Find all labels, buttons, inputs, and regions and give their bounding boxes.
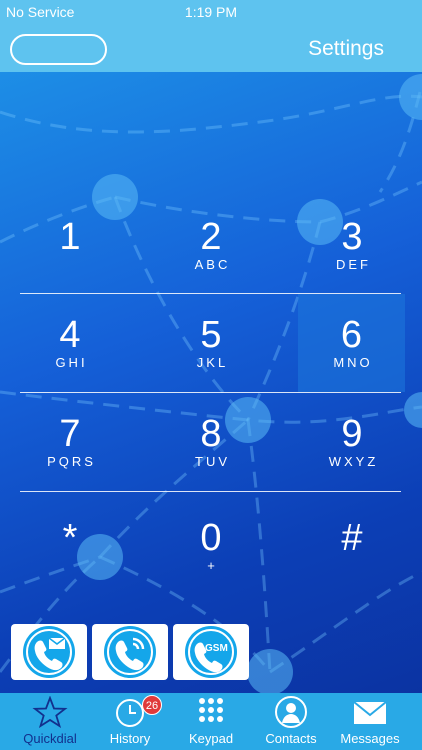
key-3[interactable]: 3 DEF: [282, 204, 422, 300]
nav-bar: Settings: [0, 24, 422, 72]
voip-call-button[interactable]: [92, 624, 168, 680]
key-1[interactable]: 1: [0, 204, 140, 300]
key-6[interactable]: 6 MNO: [298, 294, 405, 392]
key-digit: *: [62, 517, 78, 559]
key-letters: JKL: [196, 355, 229, 370]
star-icon: [32, 696, 68, 728]
key-letters: GHI: [55, 355, 88, 370]
key-letters: ABC: [194, 257, 231, 272]
key-8[interactable]: 8 TUV: [141, 401, 281, 497]
key-7[interactable]: 7 PQRS: [0, 401, 140, 497]
key-letters: DEF: [336, 257, 371, 272]
tab-history[interactable]: 26 History: [88, 693, 172, 750]
key-digit: 4: [59, 314, 81, 356]
key-digit: 5: [200, 314, 222, 356]
message-call-button[interactable]: [11, 624, 87, 680]
status-bar: No Service 1:19 PM: [0, 0, 422, 24]
key-digit: 6: [340, 314, 363, 356]
tab-bar: Quickdial 26 History Keypad Contacts Mes…: [0, 693, 422, 750]
key-letters: WXYZ: [328, 454, 379, 469]
gsm-label: GSM: [205, 643, 228, 654]
key-letters: TUV: [195, 454, 230, 469]
tab-label: Keypad: [188, 731, 234, 746]
key-digit: 0: [200, 517, 222, 559]
tab-label: Quickdial: [23, 731, 77, 746]
history-count-badge: 26: [142, 695, 162, 715]
key-9[interactable]: 9 WXYZ: [282, 401, 422, 497]
key-star[interactable]: *: [0, 505, 140, 601]
person-icon: [275, 696, 307, 728]
envelope-icon: [353, 701, 387, 724]
phone-ringing-icon: [104, 626, 156, 678]
key-letters: PQRS: [47, 454, 96, 469]
tab-label: Messages: [340, 731, 400, 746]
gsm-call-button[interactable]: GSM: [173, 624, 249, 680]
row-divider: [20, 392, 401, 393]
key-digit: 2: [200, 216, 222, 258]
key-letters: +: [207, 558, 218, 573]
clock-label: 1:19 PM: [184, 4, 238, 20]
key-4[interactable]: 4 GHI: [0, 302, 140, 398]
phone-message-icon: [23, 626, 75, 678]
key-digit: 8: [200, 413, 222, 455]
settings-button[interactable]: Settings: [308, 37, 384, 61]
tab-label: Contacts: [265, 731, 317, 746]
tab-quickdial[interactable]: Quickdial: [8, 693, 92, 750]
key-5[interactable]: 5 JKL: [141, 302, 281, 398]
tab-contacts[interactable]: Contacts: [249, 693, 333, 750]
tab-keypad[interactable]: Keypad: [169, 693, 253, 750]
key-digit: 7: [59, 413, 81, 455]
row-divider: [20, 491, 401, 492]
account-pill-button[interactable]: [10, 34, 107, 65]
keypad-grid-icon: [199, 698, 223, 722]
key-0[interactable]: 0 +: [141, 505, 281, 601]
key-digit: #: [341, 517, 363, 559]
key-digit: 3: [341, 216, 363, 258]
key-digit: 1: [59, 216, 81, 258]
key-letters: MNO: [333, 355, 373, 370]
tab-messages[interactable]: Messages: [328, 693, 412, 750]
dialer-area: 1 2 ABC 3 DEF 4 GHI 5 JKL 6 MNO 7 PQRS 8…: [0, 72, 422, 693]
tab-label: History: [109, 731, 151, 746]
phone-gsm-icon: GSM: [185, 626, 237, 678]
key-hash[interactable]: #: [282, 505, 422, 601]
key-digit: 9: [341, 413, 363, 455]
key-2[interactable]: 2 ABC: [141, 204, 281, 300]
